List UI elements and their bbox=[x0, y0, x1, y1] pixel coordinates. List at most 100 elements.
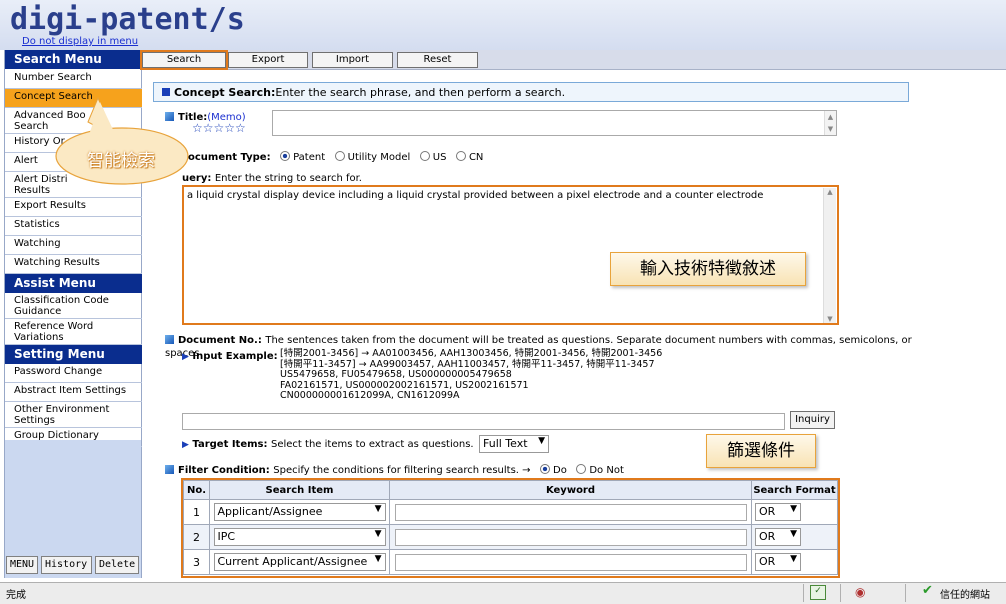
keyword-cell bbox=[389, 499, 752, 525]
sidebar-item-label: Variations bbox=[14, 332, 64, 343]
radio-utility-model[interactable] bbox=[334, 151, 345, 161]
radio-patent[interactable] bbox=[280, 151, 291, 161]
target-select[interactable]: Full Text ▼ bbox=[479, 435, 549, 453]
input-example-lines: [特開2001-3456] → AA01003456, AAH13003456,… bbox=[280, 348, 662, 402]
security-zone-label: 信任的網站 bbox=[940, 590, 990, 601]
search-item-select[interactable]: Applicant/Assignee ▼ bbox=[213, 503, 386, 521]
format-cell: OR ▼ bbox=[751, 524, 838, 550]
sidebar-item-label: Guidance bbox=[14, 306, 62, 317]
search-item-select[interactable]: IPC ▼ bbox=[213, 528, 386, 546]
hide-menu-link[interactable]: Do not display in menu bbox=[22, 36, 138, 47]
keyword-input[interactable] bbox=[394, 553, 747, 571]
status-divider bbox=[803, 584, 804, 602]
target-row: ▶ Target Items: Select the items to extr… bbox=[182, 437, 474, 450]
doctype-row: ocument Type: Patent Utility Model US CN bbox=[188, 150, 483, 163]
query-note: Enter the string to search for. bbox=[214, 173, 362, 184]
target-label: Target Items: bbox=[192, 439, 268, 450]
reset-button[interactable]: Reset bbox=[397, 52, 478, 68]
callout-smart-search: 智能檢索 bbox=[87, 151, 155, 171]
table-row: 1 Applicant/Assignee ▼ OR ▼ bbox=[183, 499, 838, 525]
select-value: OR bbox=[759, 530, 776, 543]
keyword-cell bbox=[389, 549, 752, 575]
search-item-select[interactable]: Current Applicant/Assignee ▼ bbox=[213, 553, 386, 571]
sidebar-item-classification-guidance[interactable]: Classification Code Guidance bbox=[5, 293, 142, 319]
sidebar-item-watching-results[interactable]: Watching Results bbox=[5, 255, 142, 274]
menu-button[interactable]: MENU bbox=[6, 556, 38, 574]
select-value: OR bbox=[759, 555, 776, 568]
title-scrollbar[interactable]: ▲ ▼ bbox=[824, 111, 836, 135]
scroll-up-icon[interactable]: ▲ bbox=[824, 188, 836, 196]
sidebar-item-label: Settings bbox=[14, 415, 56, 426]
sidebar-item-password-change[interactable]: Password Change bbox=[5, 364, 142, 383]
bar-text: Enter the search phrase, and then perfor… bbox=[275, 86, 566, 99]
query-scrollbar[interactable]: ▲ ▼ bbox=[823, 188, 836, 323]
filter-table: No. Search Item Keyword Search Format 1 … bbox=[181, 478, 840, 578]
search-menu-title: Search Menu bbox=[5, 50, 142, 69]
keyword-input[interactable] bbox=[394, 503, 747, 521]
radio-filter-do-not[interactable] bbox=[576, 464, 587, 474]
target-value: Full Text bbox=[483, 437, 528, 450]
row-number: 2 bbox=[183, 524, 210, 550]
chevron-down-icon: ▼ bbox=[790, 554, 797, 564]
search-button[interactable]: Search bbox=[140, 50, 228, 70]
doctype-label: ocument Type: bbox=[188, 152, 271, 163]
radio-label: US bbox=[432, 152, 447, 163]
filter-label: Filter Condition: bbox=[178, 465, 270, 476]
export-button[interactable]: Export bbox=[228, 52, 308, 68]
import-button[interactable]: Import bbox=[312, 52, 393, 68]
sidebar-item-statistics[interactable]: Statistics bbox=[5, 217, 142, 236]
sidebar-item-number-search[interactable]: Number Search bbox=[5, 70, 142, 89]
keyword-cell bbox=[389, 524, 752, 550]
filter-row: Filter Condition: Specify the conditions… bbox=[165, 463, 624, 476]
col-header-no: No. bbox=[183, 480, 210, 500]
setting-menu-title: Setting Menu bbox=[5, 345, 142, 364]
example-line: US5479658, FU05479658, US000000005479658 bbox=[280, 369, 512, 380]
assist-menu-title: Assist Menu bbox=[5, 274, 142, 293]
title-input[interactable]: ▲ ▼ bbox=[272, 110, 837, 136]
keyword-input[interactable] bbox=[394, 528, 747, 546]
table-row: 2 IPC ▼ OR ▼ bbox=[183, 524, 838, 550]
input-example-label: Input Example: bbox=[192, 351, 278, 362]
chevron-down-icon: ▼ bbox=[374, 529, 382, 539]
sidebar-item-export-results[interactable]: Export Results bbox=[5, 198, 142, 217]
callout-pointer bbox=[55, 96, 189, 185]
radio-label: CN bbox=[468, 152, 484, 163]
callout-filter: 篩選條件 bbox=[706, 434, 816, 468]
history-button[interactable]: History bbox=[41, 556, 92, 574]
filter-note: Specify the conditions for filtering sea… bbox=[273, 465, 531, 476]
format-cell: OR ▼ bbox=[751, 499, 838, 525]
search-item-cell: IPC ▼ bbox=[209, 524, 390, 550]
format-select[interactable]: OR ▼ bbox=[755, 503, 801, 521]
triangle-right-icon: ▶ bbox=[182, 440, 189, 450]
scroll-down-icon[interactable]: ▼ bbox=[824, 315, 836, 323]
chevron-down-icon: ▼ bbox=[790, 529, 797, 539]
col-header-search-format: Search Format bbox=[751, 480, 838, 500]
docno-label: Document No.: bbox=[178, 335, 262, 346]
sidebar-item-abstract-item-settings[interactable]: Abstract Item Settings bbox=[5, 383, 142, 402]
format-select[interactable]: OR ▼ bbox=[755, 553, 801, 571]
row-number: 3 bbox=[183, 549, 210, 575]
target-note: Select the items to extract as questions… bbox=[271, 439, 474, 450]
sidebar-item-other-environment[interactable]: Other Environment Settings bbox=[5, 402, 142, 428]
radio-filter-do[interactable] bbox=[540, 464, 551, 474]
sidebar-item-label: Reference Word bbox=[14, 321, 94, 332]
sidebar-item-label: Other Environment bbox=[14, 404, 110, 415]
rating-stars[interactable]: ☆☆☆☆☆ bbox=[192, 121, 246, 135]
chevron-down-icon: ▼ bbox=[790, 504, 797, 514]
callout-input-desc: 輸入技術特徵敘述 bbox=[610, 252, 806, 286]
sidebar-item-watching[interactable]: Watching bbox=[5, 236, 142, 255]
sidebar-item-reference-word[interactable]: Reference Word Variations bbox=[5, 319, 142, 345]
format-select[interactable]: OR ▼ bbox=[755, 528, 801, 546]
cube-icon bbox=[165, 465, 174, 474]
table-row: 3 Current Applicant/Assignee ▼ OR ▼ bbox=[183, 549, 838, 575]
col-header-keyword: Keyword bbox=[389, 480, 752, 500]
cube-icon bbox=[165, 335, 174, 344]
delete-button[interactable]: Delete bbox=[95, 556, 139, 574]
document-number-input[interactable] bbox=[182, 413, 785, 430]
radio-label: Do Not bbox=[589, 465, 624, 476]
col-header-search-item: Search Item bbox=[209, 480, 390, 500]
privacy-icon: ◉ bbox=[855, 585, 866, 599]
inquiry-button[interactable]: Inquiry bbox=[790, 411, 835, 429]
radio-us[interactable] bbox=[419, 151, 430, 161]
radio-cn[interactable] bbox=[455, 151, 466, 161]
